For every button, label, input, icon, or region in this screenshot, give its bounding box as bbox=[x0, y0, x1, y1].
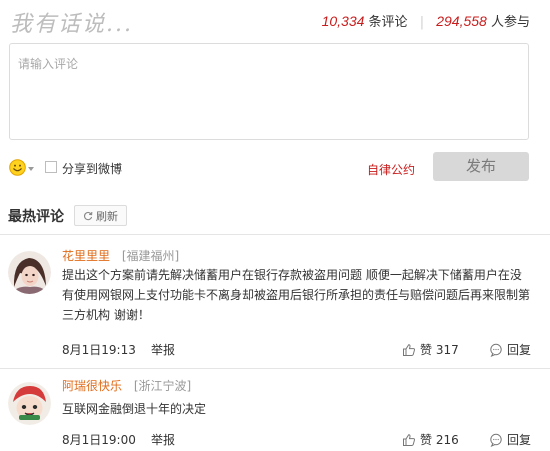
comment-count: 10,334 bbox=[321, 13, 365, 29]
reply-label: 回复 bbox=[507, 343, 532, 357]
comment-stats: 10,334 条评论 | 294,558 人参与 bbox=[322, 11, 530, 30]
comment-time: 8月1日19:00 bbox=[62, 433, 136, 447]
comment-text: 提出这个方案前请先解决储蓄用户在银行存款被盗用问题 顺便一起解决下储蓄用户在没有… bbox=[62, 268, 531, 322]
like-button[interactable]: 赞 317 bbox=[402, 341, 459, 358]
chevron-down-icon[interactable] bbox=[28, 167, 34, 171]
hot-comments-title: 最热评论 bbox=[8, 209, 64, 225]
reply-label: 回复 bbox=[507, 433, 532, 447]
comment-meta: 8月1日19:13 举报 赞 317 回复 bbox=[62, 341, 534, 357]
thumbs-up-icon bbox=[403, 343, 415, 356]
participant-count-unit: 人参与 bbox=[490, 15, 530, 30]
comment-meta: 8月1日19:00 举报 赞 216 回复 bbox=[62, 431, 534, 447]
username-link[interactable]: 花里里里 bbox=[62, 249, 110, 263]
comment-item: 花里里里 [福建福州] 提出这个方案前请先解决储蓄用户在银行存款被盗用问题 顺便… bbox=[0, 235, 550, 369]
comment-input-placeholder: 请输入评论 bbox=[18, 57, 79, 71]
reply-bubble-icon bbox=[490, 433, 502, 447]
share-to-weibo-checkbox[interactable] bbox=[45, 161, 57, 173]
avatar[interactable] bbox=[8, 382, 51, 425]
comment-text: 互联网金融倒退十年的决定 bbox=[62, 402, 207, 416]
like-count: 赞 317 bbox=[420, 343, 459, 357]
reply-bubble-icon bbox=[490, 343, 502, 357]
like-button[interactable]: 赞 216 bbox=[402, 431, 459, 448]
user-location: [浙江宁波] bbox=[133, 379, 192, 393]
thumbs-up-icon bbox=[403, 433, 415, 446]
smiley-face-icon[interactable] bbox=[9, 159, 26, 176]
username-link[interactable]: 阿瑞很快乐 bbox=[62, 379, 122, 393]
participant-count: 294,558 bbox=[436, 13, 487, 29]
comment-input[interactable]: 请输入评论 bbox=[9, 43, 529, 140]
like-count: 赞 216 bbox=[420, 433, 459, 447]
comment-panel: 我有话说... 10,334 条评论 | 294,558 人参与 请输入评论 分… bbox=[0, 0, 550, 451]
refresh-button[interactable]: 刷新 bbox=[74, 205, 127, 226]
report-link[interactable]: 举报 bbox=[151, 431, 175, 448]
stats-separator: | bbox=[419, 15, 425, 30]
rules-link[interactable]: 自律公约 bbox=[367, 161, 415, 178]
comment-time: 8月1日19:13 bbox=[62, 343, 136, 357]
comment-user-row: 阿瑞很快乐 [浙江宁波] bbox=[62, 377, 191, 394]
user-location: [福建福州] bbox=[121, 249, 180, 263]
comment-user-row: 花里里里 [福建福州] bbox=[62, 247, 179, 264]
reply-button[interactable]: 回复 bbox=[489, 341, 531, 358]
refresh-label: 刷新 bbox=[96, 209, 118, 223]
comment-item: 阿瑞很快乐 [浙江宁波] 互联网金融倒退十年的决定 8月1日19:00 举报 赞… bbox=[0, 369, 550, 451]
submit-button[interactable]: 发布 bbox=[433, 152, 529, 181]
page-title: 我有话说... bbox=[10, 12, 133, 37]
comment-count-unit: 条评论 bbox=[368, 15, 408, 30]
share-to-weibo-label[interactable]: 分享到微博 bbox=[62, 160, 122, 177]
report-link[interactable]: 举报 bbox=[151, 341, 175, 358]
reply-button[interactable]: 回复 bbox=[489, 431, 531, 448]
refresh-icon bbox=[83, 211, 93, 220]
avatar[interactable] bbox=[8, 251, 51, 294]
